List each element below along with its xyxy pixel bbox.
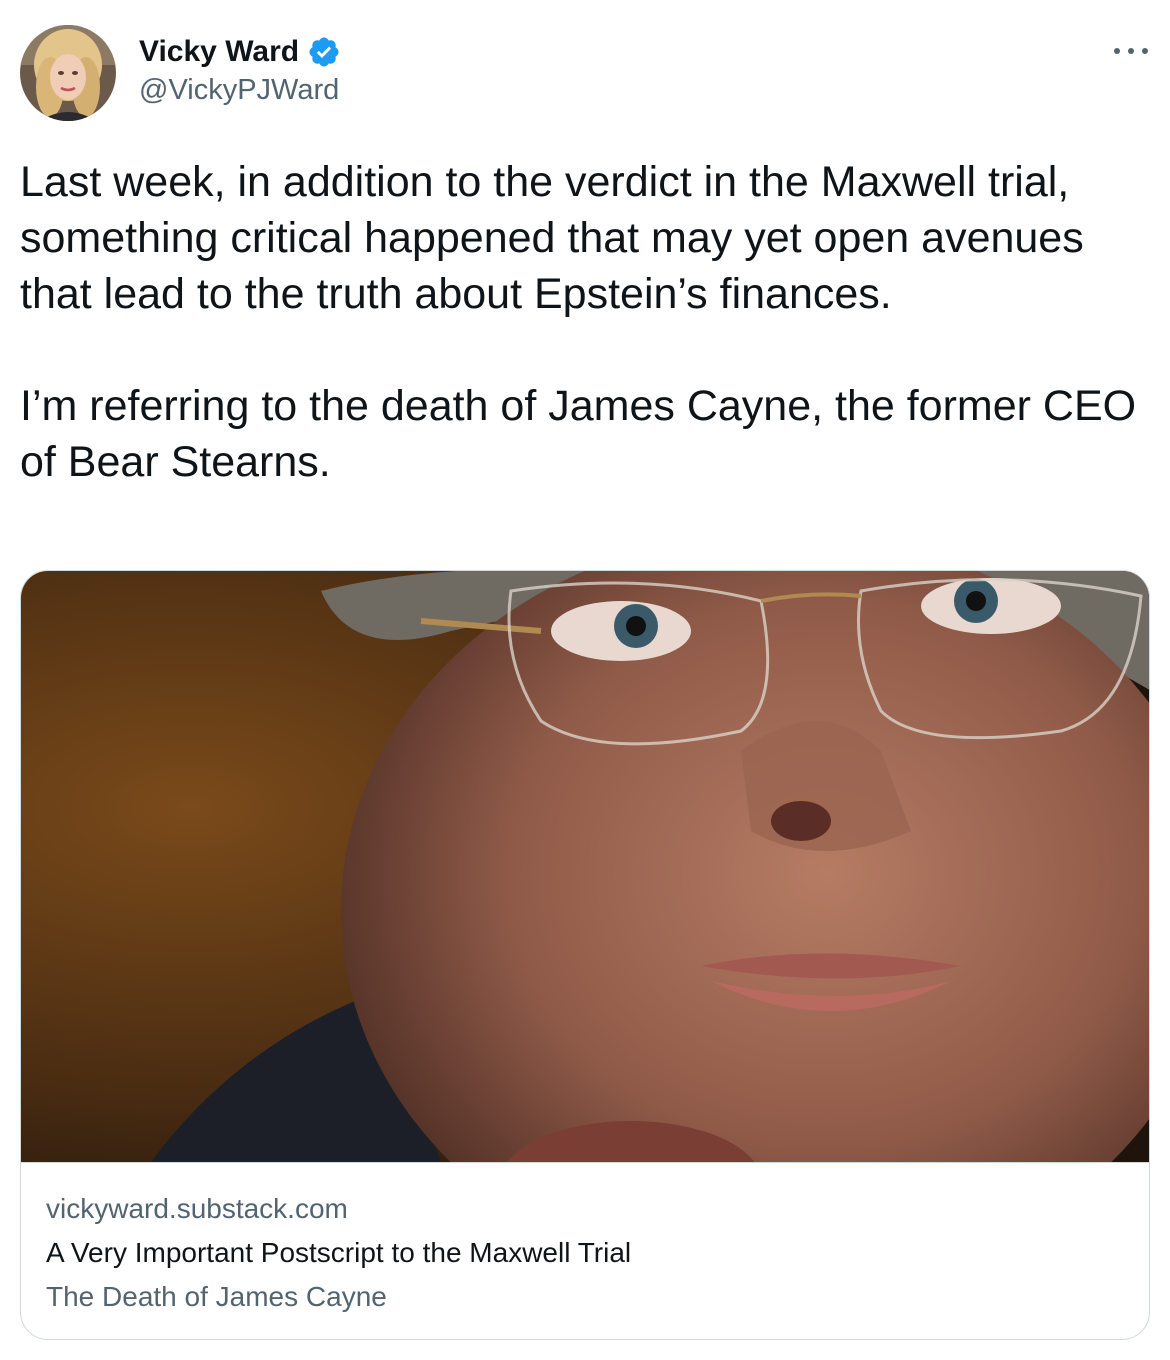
portrait-photo [21, 571, 1149, 1162]
tweet: Vicky Ward @VickyPJWard Last week, in ad… [0, 0, 1170, 1360]
link-card-image [21, 571, 1149, 1163]
link-card-meta: vickyward.substack.com A Very Important … [46, 1191, 1124, 1315]
link-card-title: A Very Important Postscript to the Maxwe… [46, 1237, 632, 1268]
tweet-text: Last week, in addition to the verdict in… [20, 158, 1137, 486]
link-preview-card[interactable]: vickyward.substack.com A Very Important … [20, 570, 1150, 1340]
link-card-description: The Death of James Cayne [46, 1281, 387, 1312]
ellipsis-dot [1128, 48, 1134, 54]
avatar-photo [20, 25, 116, 121]
author-display-name[interactable]: Vicky Ward [139, 35, 299, 69]
author-handle[interactable]: @VickyPJWard [139, 74, 339, 107]
ellipsis-dot [1114, 48, 1120, 54]
link-card-domain: vickyward.substack.com [46, 1193, 348, 1224]
more-options-ellipsis-icon[interactable] [1114, 36, 1148, 66]
ellipsis-dot [1142, 48, 1148, 54]
verified-badge-icon [307, 35, 341, 69]
author-avatar[interactable] [20, 25, 116, 121]
author-name-row: Vicky Ward [139, 32, 341, 72]
